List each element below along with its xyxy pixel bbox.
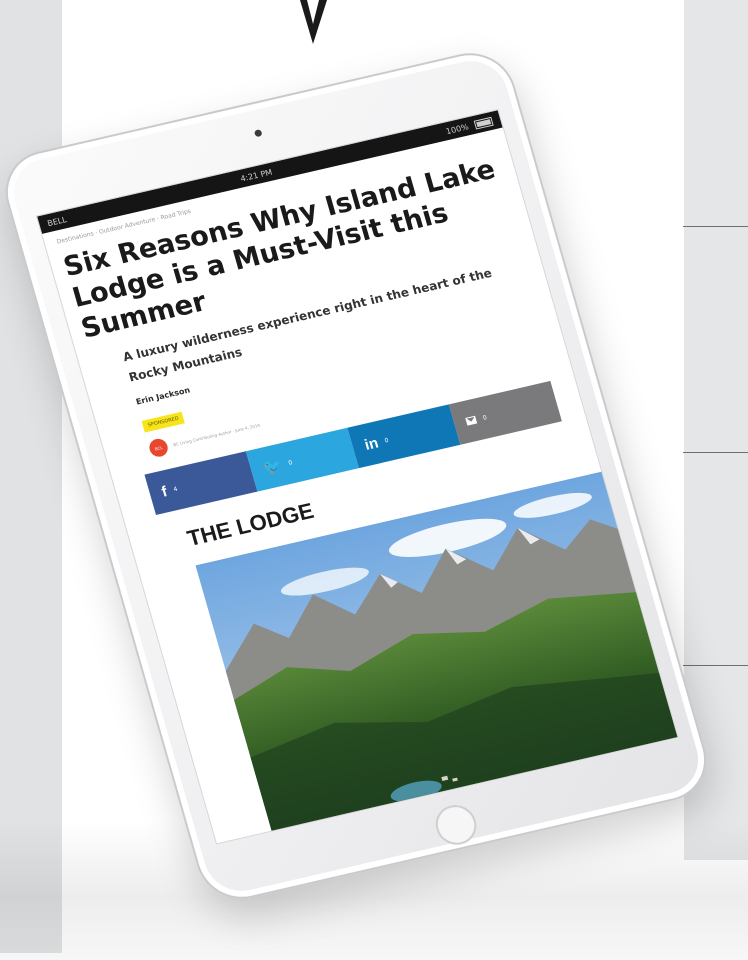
- divider-line: [683, 452, 748, 453]
- envelope-icon: [465, 415, 478, 426]
- tablet-screen: BELL 4:21 PM 100% Destinations · Outdoor…: [35, 109, 679, 845]
- twitter-icon: 🐦: [261, 456, 285, 478]
- home-button[interactable]: [431, 801, 482, 849]
- battery-icon: [473, 116, 494, 130]
- facebook-share-button[interactable]: f 4: [144, 451, 258, 515]
- twitter-share-count: 0: [287, 458, 294, 467]
- linkedin-icon: in: [362, 434, 381, 454]
- article: Destinations · Outdoor Adventure · Road …: [42, 128, 679, 845]
- email-share-count: 0: [481, 413, 488, 422]
- facebook-icon: f: [159, 482, 170, 501]
- sponsored-badge: SPONSORED: [141, 411, 186, 433]
- camera-dot: [253, 129, 263, 138]
- down-arrow-icon: [300, 0, 327, 44]
- divider-line: [683, 226, 748, 227]
- divider-line: [683, 665, 748, 666]
- email-share-button[interactable]: 0: [448, 380, 562, 445]
- linkedin-share-count: 0: [383, 436, 390, 445]
- battery-label: 100%: [444, 121, 470, 136]
- avatar[interactable]: BCL: [147, 437, 170, 459]
- tablet-device: BELL 4:21 PM 100% Destinations · Outdoor…: [0, 44, 717, 908]
- facebook-share-count: 4: [172, 485, 179, 493]
- background-panel-left: [0, 0, 62, 953]
- linkedin-share-button[interactable]: in 0: [347, 404, 461, 469]
- byline-text: BC Living Contributing Author · June 4, …: [172, 422, 261, 447]
- twitter-share-button[interactable]: 🐦 0: [245, 427, 359, 492]
- carrier-label: BELL: [46, 214, 68, 228]
